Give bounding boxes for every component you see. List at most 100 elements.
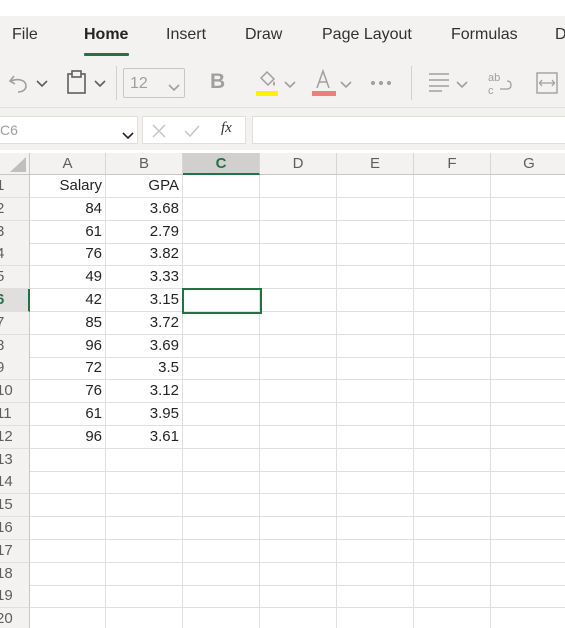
cell-c8[interactable] — [183, 334, 260, 358]
bold-button[interactable]: B — [210, 70, 225, 94]
cell-f5[interactable] — [414, 266, 491, 290]
cell-f17[interactable] — [414, 539, 491, 563]
row-header-15[interactable]: 15 — [0, 494, 30, 518]
column-header-a[interactable]: A — [30, 153, 106, 175]
wrap-text-icon[interactable]: ab c — [487, 70, 513, 96]
cell-g3[interactable] — [491, 221, 565, 244]
cell-f6[interactable] — [414, 289, 491, 312]
select-all-corner[interactable] — [0, 153, 30, 175]
cell-e7[interactable] — [337, 311, 414, 335]
cell-f2[interactable] — [414, 197, 491, 221]
row-header-12[interactable]: 12 — [0, 425, 30, 449]
cell-f15[interactable] — [414, 494, 491, 518]
cell-a11[interactable]: 61 — [30, 403, 106, 426]
merge-cells-icon[interactable] — [536, 72, 558, 94]
cell-f8[interactable] — [414, 334, 491, 358]
cell-b1[interactable]: GPA — [106, 175, 183, 198]
align-chevron-icon[interactable] — [456, 81, 468, 89]
fill-color-chevron-icon[interactable] — [284, 81, 296, 89]
cell-a7[interactable]: 85 — [30, 311, 106, 335]
cell-c3[interactable] — [183, 220, 260, 244]
row-header-17[interactable]: 17 — [0, 539, 30, 563]
align-icon[interactable] — [428, 72, 450, 92]
tab-draw[interactable]: Draw — [245, 26, 282, 44]
row-header-3[interactable]: 3 — [0, 220, 30, 244]
cell-g13[interactable] — [491, 449, 565, 472]
cell-f7[interactable] — [414, 311, 491, 335]
row-header-9[interactable]: 9 — [0, 357, 30, 381]
cell-a10[interactable]: 76 — [30, 380, 106, 404]
cell-a18[interactable] — [30, 562, 106, 586]
cell-d7[interactable] — [260, 311, 337, 335]
cell-f4[interactable] — [414, 243, 491, 267]
cell-a14[interactable] — [30, 471, 106, 495]
row-header-20[interactable]: 20 — [0, 608, 30, 628]
cell-d18[interactable] — [260, 562, 337, 586]
cell-g14[interactable] — [491, 471, 565, 495]
cell-f16[interactable] — [414, 517, 491, 540]
cell-g2[interactable] — [491, 198, 565, 221]
column-header-c[interactable]: C — [183, 153, 260, 175]
cell-d16[interactable] — [260, 517, 337, 540]
cell-b16[interactable] — [106, 517, 183, 540]
column-header-f[interactable]: F — [414, 153, 491, 175]
cell-f18[interactable] — [414, 562, 491, 586]
cell-c17[interactable] — [183, 539, 260, 563]
cell-c9[interactable] — [183, 357, 260, 381]
cell-d2[interactable] — [260, 197, 337, 221]
cell-d9[interactable] — [260, 357, 337, 381]
cell-g6[interactable] — [491, 289, 565, 312]
cell-f9[interactable] — [414, 357, 491, 381]
cell-g18[interactable] — [491, 563, 565, 586]
cell-g5[interactable] — [491, 266, 565, 290]
cell-a12[interactable]: 96 — [30, 425, 106, 449]
cell-b11[interactable]: 3.95 — [106, 403, 183, 426]
cell-g12[interactable] — [491, 426, 565, 449]
cell-g17[interactable] — [491, 540, 565, 563]
cell-d6[interactable] — [260, 289, 337, 312]
cell-e12[interactable] — [337, 425, 414, 449]
cell-e6[interactable] — [337, 289, 414, 312]
cell-g20[interactable] — [491, 608, 565, 628]
cell-b12[interactable]: 3.61 — [106, 425, 183, 449]
row-header-4[interactable]: 4 — [0, 243, 30, 267]
cell-f12[interactable] — [414, 425, 491, 449]
cell-b3[interactable]: 2.79 — [106, 220, 183, 244]
cell-b18[interactable] — [106, 562, 183, 586]
tab-formulas[interactable]: Formulas — [451, 26, 518, 44]
column-header-e[interactable]: E — [337, 153, 414, 175]
cell-c18[interactable] — [183, 562, 260, 586]
more-options-icon[interactable] — [370, 80, 392, 86]
row-header-18[interactable]: 18 — [0, 562, 30, 586]
cell-a16[interactable] — [30, 517, 106, 540]
cell-b17[interactable] — [106, 539, 183, 563]
cell-e2[interactable] — [337, 197, 414, 221]
cell-a13[interactable] — [30, 448, 106, 472]
cell-a9[interactable]: 72 — [30, 357, 106, 381]
cell-e14[interactable] — [337, 471, 414, 495]
cell-a1[interactable]: Salary — [30, 175, 106, 198]
cell-c20[interactable] — [183, 608, 260, 628]
cell-d11[interactable] — [260, 403, 337, 426]
cell-a2[interactable]: 84 — [30, 197, 106, 221]
tab-home[interactable]: Home — [84, 26, 128, 44]
cell-d15[interactable] — [260, 494, 337, 518]
cell-b20[interactable] — [106, 608, 183, 628]
cell-e1[interactable] — [337, 175, 414, 198]
cell-e17[interactable] — [337, 539, 414, 563]
row-header-7[interactable]: 7 — [0, 311, 30, 335]
cancel-icon[interactable] — [151, 123, 167, 144]
tab-page-layout[interactable]: Page Layout — [322, 26, 412, 44]
font-color-chevron-icon[interactable] — [340, 81, 352, 89]
cell-g9[interactable] — [491, 357, 565, 381]
cell-g4[interactable] — [491, 243, 565, 267]
cell-d10[interactable] — [260, 380, 337, 404]
cell-d19[interactable] — [260, 585, 337, 609]
cell-c15[interactable] — [183, 494, 260, 518]
row-header-16[interactable]: 16 — [0, 517, 30, 540]
cell-g7[interactable] — [491, 312, 565, 335]
cell-a5[interactable]: 49 — [30, 266, 106, 290]
cell-e15[interactable] — [337, 494, 414, 518]
cell-b2[interactable]: 3.68 — [106, 197, 183, 221]
cell-f13[interactable] — [414, 448, 491, 472]
